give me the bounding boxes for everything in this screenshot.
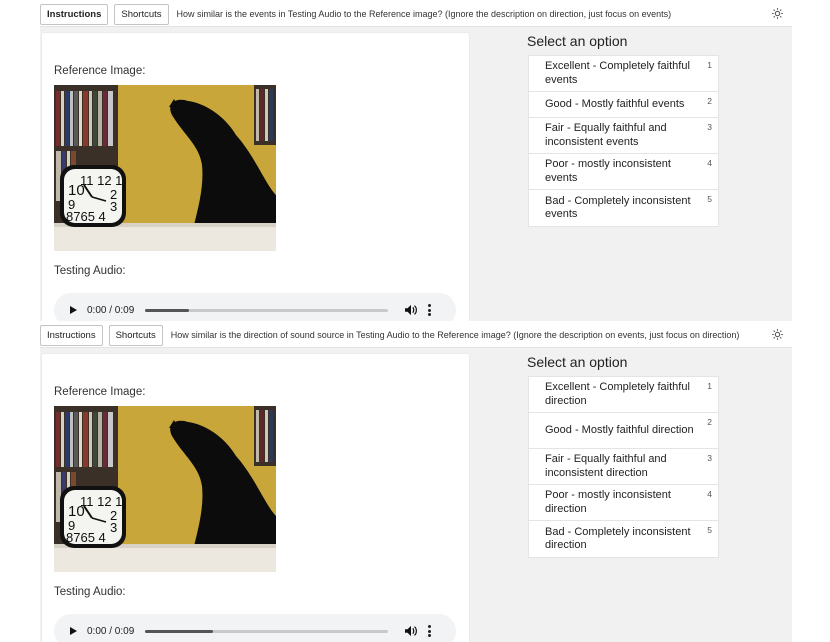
option-bad[interactable]: Bad - Completely inconsistent direction 5 — [529, 521, 718, 557]
audio-progress — [145, 629, 214, 633]
option-shortcut-key: 5 — [707, 194, 712, 204]
audio-time: 0:00 / 0:09 — [87, 304, 135, 316]
audio-player: 0:00 / 0:09 — [54, 293, 456, 321]
option-bad[interactable]: Bad - Completely inconsistent events 5 — [529, 190, 718, 226]
option-label: Excellent - Completely faithful events — [545, 60, 690, 86]
option-fair[interactable]: Fair - Equally faithful and inconsistent… — [529, 449, 718, 485]
task-panel-direction: Instructions Shortcuts How similar is th… — [0, 321, 830, 642]
option-label: Bad - Completely inconsistent direction — [545, 525, 691, 552]
option-shortcut-key: 5 — [707, 525, 712, 535]
svg-text:11 12 1: 11 12 1 — [80, 494, 122, 509]
volume-icon[interactable] — [404, 304, 418, 316]
svg-text:3: 3 — [110, 199, 117, 214]
svg-text:3: 3 — [110, 520, 117, 535]
audio-player: 0:00 / 0:09 — [54, 614, 456, 642]
volume-icon[interactable] — [404, 625, 418, 637]
option-label: Poor - mostly inconsistent direction — [545, 489, 671, 515]
option-label: Good - Mostly faithful events — [545, 97, 685, 110]
more-options-icon[interactable] — [428, 304, 431, 316]
reference-image-label: Reference Image: — [54, 386, 146, 398]
play-icon[interactable] — [70, 627, 77, 635]
audio-seek-bar[interactable] — [145, 308, 388, 312]
option-label: Fair - Equally faithful and inconsistent… — [545, 122, 667, 148]
option-good[interactable]: Good - Mostly faithful direction 2 — [529, 413, 718, 449]
option-shortcut-key: 2 — [707, 417, 712, 427]
option-shortcut-key: 3 — [707, 122, 712, 132]
option-label: Fair - Equally faithful and inconsistent… — [545, 453, 667, 479]
media-card: Reference Image: 10 11 12 1 9 2 3 8765 4… — [42, 354, 469, 642]
work-area: Reference Image: 10 11 12 1 9 2 3 8765 4… — [40, 347, 792, 642]
audio-seek-bar[interactable] — [145, 629, 388, 633]
toolbar: Instructions Shortcuts How similar is th… — [40, 323, 792, 347]
option-shortcut-key: 2 — [707, 96, 712, 106]
option-poor[interactable]: Poor - mostly inconsistent events 4 — [529, 154, 718, 190]
testing-audio-label: Testing Audio: — [54, 265, 126, 277]
play-icon[interactable] — [70, 306, 77, 314]
reference-image: 10 11 12 1 9 2 3 8765 4 — [54, 85, 276, 251]
options-list: Excellent - Completely faithful directio… — [528, 376, 719, 558]
gear-icon[interactable] — [771, 328, 784, 341]
question-text: How similar is the events in Testing Aud… — [176, 9, 672, 19]
more-options-icon[interactable] — [428, 625, 431, 637]
question-text: How similar is the direction of sound so… — [170, 330, 740, 340]
instructions-button[interactable]: Instructions — [40, 324, 103, 346]
option-shortcut-key: 1 — [707, 60, 712, 70]
testing-audio-label: Testing Audio: — [54, 586, 126, 598]
audio-time: 0:00 / 0:09 — [87, 625, 135, 637]
toolbar: Instructions Shortcuts How similar is th… — [40, 2, 792, 26]
options-list: Excellent - Completely faithful events 1 … — [528, 55, 719, 227]
task-panel-events: Instructions Shortcuts How similar is th… — [0, 0, 830, 321]
option-excellent[interactable]: Excellent - Completely faithful directio… — [529, 377, 718, 413]
option-label: Bad - Completely inconsistent events — [545, 194, 691, 221]
work-area: Reference Image: 10 11 12 1 9 2 3 8765 4… — [40, 26, 792, 321]
option-shortcut-key: 1 — [707, 381, 712, 391]
shortcuts-button[interactable]: Shortcuts — [114, 3, 169, 25]
audio-progress — [145, 308, 189, 312]
reference-image: 10 11 12 1 9 2 3 8765 4 — [54, 406, 276, 572]
media-card: Reference Image: 10 11 12 1 9 2 3 8765 4… — [42, 33, 469, 321]
select-option-title: Select an option — [527, 33, 628, 49]
svg-text:8765 4: 8765 4 — [66, 209, 106, 224]
reference-image-label: Reference Image: — [54, 65, 146, 77]
option-poor[interactable]: Poor - mostly inconsistent direction 4 — [529, 485, 718, 521]
option-fair[interactable]: Fair - Equally faithful and inconsistent… — [529, 118, 718, 154]
instructions-button[interactable]: Instructions — [40, 3, 109, 25]
option-good[interactable]: Good - Mostly faithful events 2 — [529, 92, 718, 118]
shortcuts-button[interactable]: Shortcuts — [108, 324, 163, 346]
option-excellent[interactable]: Excellent - Completely faithful events 1 — [529, 56, 718, 92]
option-shortcut-key: 3 — [707, 453, 712, 463]
gear-icon[interactable] — [771, 7, 784, 20]
option-shortcut-key: 4 — [707, 489, 712, 499]
svg-text:8765 4: 8765 4 — [66, 530, 106, 545]
option-shortcut-key: 4 — [707, 158, 712, 168]
select-option-title: Select an option — [527, 354, 628, 370]
option-label: Excellent - Completely faithful directio… — [545, 381, 690, 407]
option-label: Good - Mostly faithful direction — [545, 423, 694, 436]
option-label: Poor - mostly inconsistent events — [545, 158, 671, 184]
svg-text:11 12 1: 11 12 1 — [80, 173, 122, 188]
